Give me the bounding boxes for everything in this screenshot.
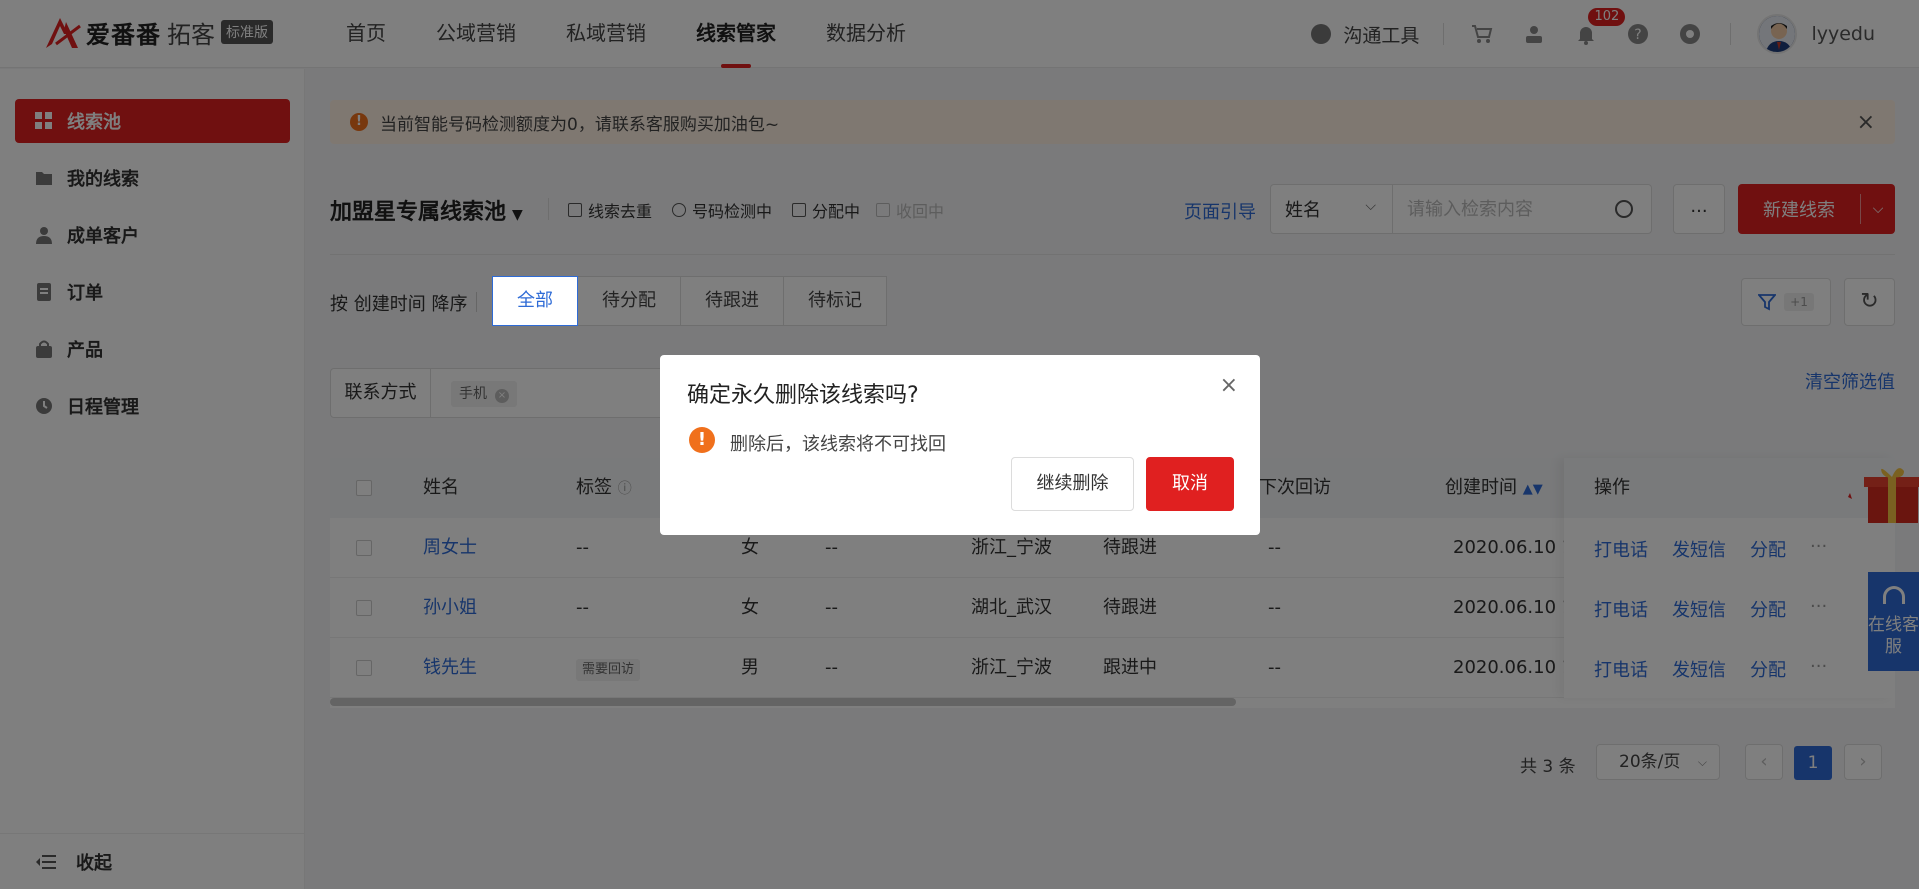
confirm-delete-dialog: 确定永久删除该线索吗? × ! 删除后，该线索将不可找回 继续删除 取消 (660, 355, 1260, 535)
warning-icon: ! (689, 427, 715, 453)
dialog-message: 删除后，该线索将不可找回 (730, 434, 946, 455)
cancel-button[interactable]: 取消 (1146, 457, 1234, 511)
close-icon[interactable]: × (1220, 373, 1238, 398)
tab-all[interactable]: 全部 (492, 276, 578, 326)
dialog-title: 确定永久删除该线索吗? (687, 383, 919, 408)
continue-delete-button[interactable]: 继续删除 (1011, 457, 1134, 511)
